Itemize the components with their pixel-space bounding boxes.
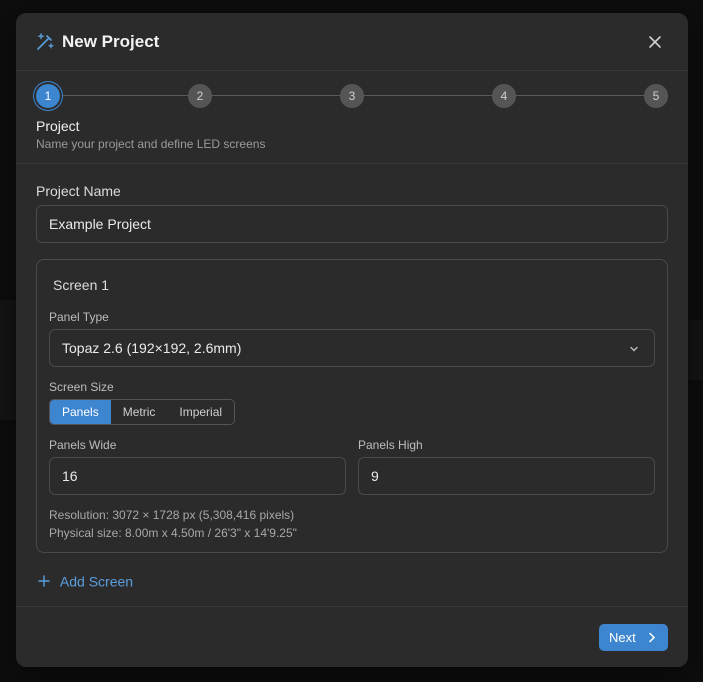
dialog-header: New Project (16, 13, 688, 71)
screen-title: Screen 1 (53, 277, 110, 293)
close-icon[interactable] (646, 33, 664, 51)
add-screen-button[interactable]: Add Screen (38, 572, 133, 589)
panels-wide-label: Panels Wide (49, 438, 117, 452)
step-5[interactable]: 5 (644, 84, 668, 108)
step-connector (60, 95, 188, 96)
step-connector (516, 95, 644, 96)
stepper: 1 2 3 4 5 Project Name your project and … (16, 71, 688, 164)
project-name-label: Project Name (36, 183, 121, 199)
step-connector (364, 95, 492, 96)
background-panel (688, 320, 703, 380)
panels-high-input[interactable]: 9 (358, 457, 655, 495)
panels-high-label: Panels High (358, 438, 423, 452)
chevron-down-icon (630, 346, 638, 352)
step-4[interactable]: 4 (492, 84, 516, 108)
add-screen-label: Add Screen (59, 573, 134, 590)
screen-card: Screen 1 Panel Type Topaz 2.6 (192×192, … (36, 259, 668, 553)
size-mode-imperial[interactable]: Imperial (167, 400, 234, 424)
dialog-footer: Next (16, 606, 688, 667)
step-title: Project (36, 118, 80, 134)
panel-type-label: Panel Type (49, 310, 109, 324)
screen-size-label: Screen Size (49, 380, 114, 394)
next-label: Next (609, 630, 636, 645)
step-1[interactable]: 1 (36, 84, 60, 108)
size-mode-metric[interactable]: Metric (111, 400, 168, 424)
step-2[interactable]: 2 (188, 84, 212, 108)
magic-wand-icon (37, 33, 54, 50)
chevron-right-icon (649, 632, 656, 643)
step-3[interactable]: 3 (340, 84, 364, 108)
next-button[interactable]: Next (599, 624, 668, 651)
screen-size-toggle: Panels Metric Imperial (49, 399, 236, 425)
panel-type-select[interactable]: Topaz 2.6 (192×192, 2.6mm) (49, 329, 655, 367)
physical-size-info: Physical size: 8.00m x 4.50m / 26'3" x 1… (49, 526, 297, 540)
step-connector (212, 95, 340, 96)
new-project-dialog: New Project 1 2 3 4 5 Project Name your … (16, 13, 688, 667)
dialog-title: New Project (62, 32, 160, 51)
plus-icon (38, 575, 50, 587)
resolution-info: Resolution: 3072 × 1728 px (5,308,416 pi… (49, 508, 295, 522)
background-panel (0, 300, 16, 420)
panel-type-value: Topaz 2.6 (192×192, 2.6mm) (62, 340, 242, 356)
step-description: Name your project and define LED screens (36, 137, 266, 151)
project-name-input[interactable]: Example Project (36, 205, 668, 243)
panels-wide-input[interactable]: 16 (49, 457, 346, 495)
size-mode-panels[interactable]: Panels (50, 400, 111, 424)
